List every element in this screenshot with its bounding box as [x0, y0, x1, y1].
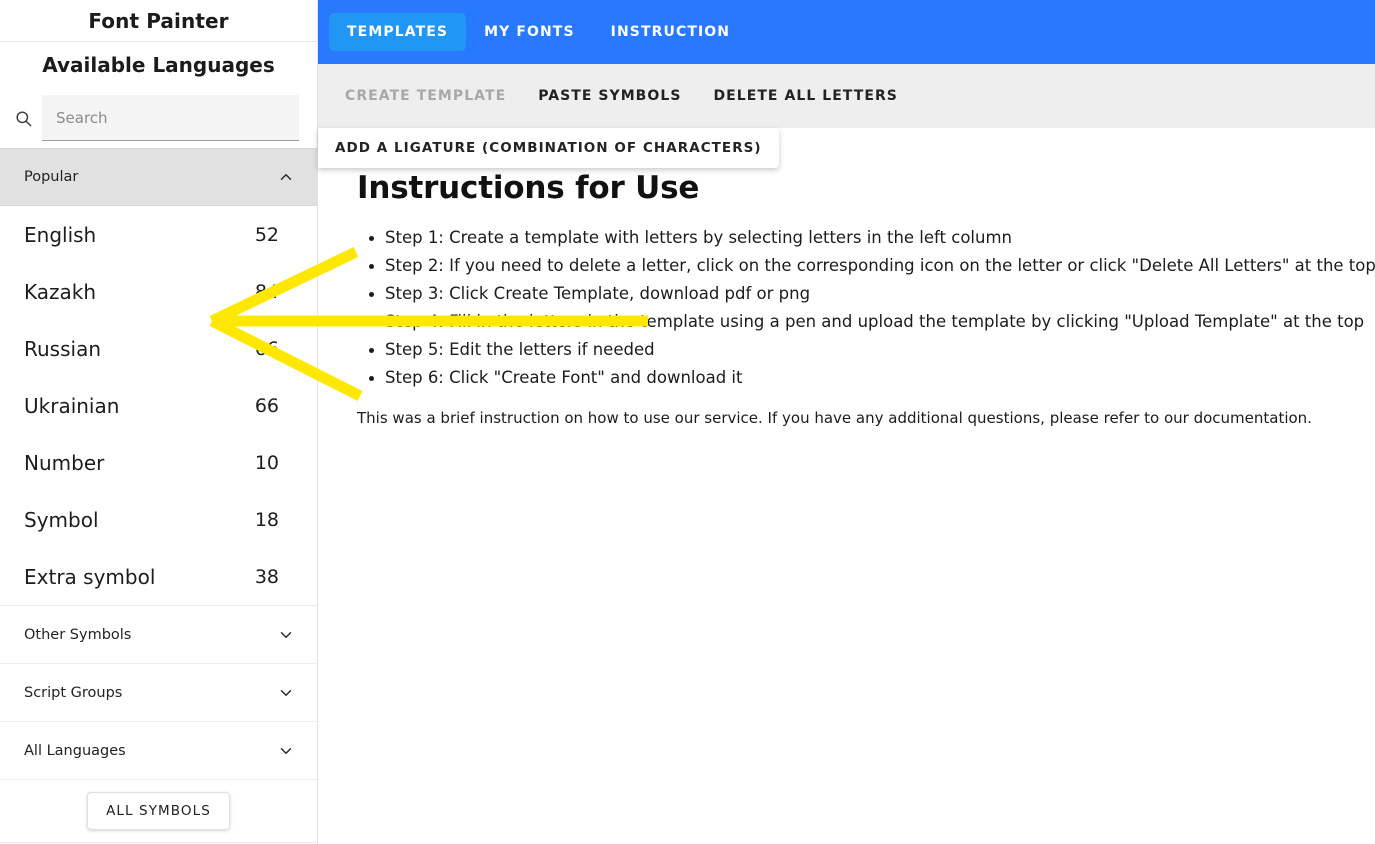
language-row-number[interactable]: Number 10 [0, 434, 317, 491]
language-name: Kazakh [24, 279, 97, 304]
instruction-step: Step 2: If you need to delete a letter, … [385, 252, 1375, 279]
language-list: English 52 Kazakh 84 Russian 66 Ukrainia… [0, 206, 317, 605]
language-row-english[interactable]: English 52 [0, 206, 317, 263]
instruction-steps-list: Step 1: Create a template with letters b… [385, 224, 1375, 391]
toolbar: CREATE TEMPLATE PASTE SYMBOLS DELETE ALL… [318, 64, 1375, 128]
instructions-section: Instructions for Use Step 1: Create a te… [318, 128, 1375, 427]
language-count: 52 [254, 223, 279, 246]
instruction-step: Step 6: Click "Create Font" and download… [385, 364, 1375, 391]
sidebar: Font Painter Available Languages Popular [0, 0, 318, 844]
sidebar-group-label: Other Symbols [24, 626, 132, 643]
tab-my-fonts[interactable]: MY FONTS [466, 13, 593, 51]
sidebar-group-label: Script Groups [24, 684, 123, 701]
app-root: Font Painter Available Languages Popular [0, 0, 1375, 844]
language-count: 66 [254, 337, 279, 360]
tab-instruction[interactable]: INSTRUCTION [593, 13, 748, 51]
instruction-step: Step 1: Create a template with letters b… [385, 224, 1375, 251]
sidebar-group-label: All Languages [24, 742, 126, 759]
delete-all-letters-button[interactable]: DELETE ALL LETTERS [697, 78, 913, 114]
page-title: Instructions for Use [357, 170, 700, 206]
closing-paragraph: This was a brief instruction on how to u… [357, 409, 1312, 427]
chevron-down-icon [277, 684, 295, 702]
all-symbols-button[interactable]: ALL SYMBOLS [87, 792, 230, 830]
tab-templates[interactable]: TEMPLATES [329, 13, 467, 51]
chevron-down-icon [277, 626, 295, 644]
language-name: Symbol [24, 507, 99, 532]
language-count: 18 [254, 508, 279, 531]
panel-title: Available Languages [42, 53, 275, 77]
language-name: Extra symbol [24, 564, 156, 589]
sidebar-group-popular[interactable]: Popular [0, 148, 317, 206]
sidebar-group-all-languages[interactable]: All Languages [0, 721, 317, 779]
language-row-extra-symbol[interactable]: Extra symbol 38 [0, 548, 317, 605]
search-icon[interactable] [4, 109, 42, 128]
language-name: English [24, 222, 97, 247]
language-row-kazakh[interactable]: Kazakh 84 [0, 263, 317, 320]
language-count: 66 [254, 394, 279, 417]
language-row-russian[interactable]: Russian 66 [0, 320, 317, 377]
language-row-ukrainian[interactable]: Ukrainian 66 [0, 377, 317, 434]
sidebar-group-script-groups[interactable]: Script Groups [0, 663, 317, 721]
language-row-symbol[interactable]: Symbol 18 [0, 491, 317, 548]
language-count: 38 [254, 565, 279, 588]
instruction-step: Step 4: Fill in the letters in the templ… [385, 308, 1375, 335]
navbar: TEMPLATES MY FONTS INSTRUCTION [318, 0, 1375, 64]
sidebar-group-label: Popular [24, 169, 79, 185]
chevron-down-icon [277, 742, 295, 760]
add-ligature-button[interactable]: ADD A LIGATURE (COMBINATION OF CHARACTER… [318, 128, 779, 168]
sidebar-group-other-symbols[interactable]: Other Symbols [0, 605, 317, 663]
language-name: Russian [24, 336, 102, 361]
language-name: Number [24, 450, 105, 475]
language-count: 84 [254, 280, 279, 303]
main-content: TEMPLATES MY FONTS INSTRUCTION CREATE TE… [318, 0, 1375, 844]
create-template-button[interactable]: CREATE TEMPLATE [329, 78, 522, 114]
language-name: Ukrainian [24, 393, 120, 418]
search-row [0, 88, 317, 148]
instruction-step: Step 3: Click Create Template, download … [385, 280, 1375, 307]
app-title: Font Painter [0, 0, 317, 42]
search-field-container [42, 95, 299, 141]
language-count: 10 [254, 451, 279, 474]
paste-symbols-button[interactable]: PASTE SYMBOLS [522, 78, 697, 114]
search-input[interactable] [42, 95, 299, 140]
instruction-step: Step 5: Edit the letters if needed [385, 336, 1375, 363]
chevron-up-icon [277, 168, 295, 186]
all-symbols-container: ALL SYMBOLS [0, 779, 317, 843]
